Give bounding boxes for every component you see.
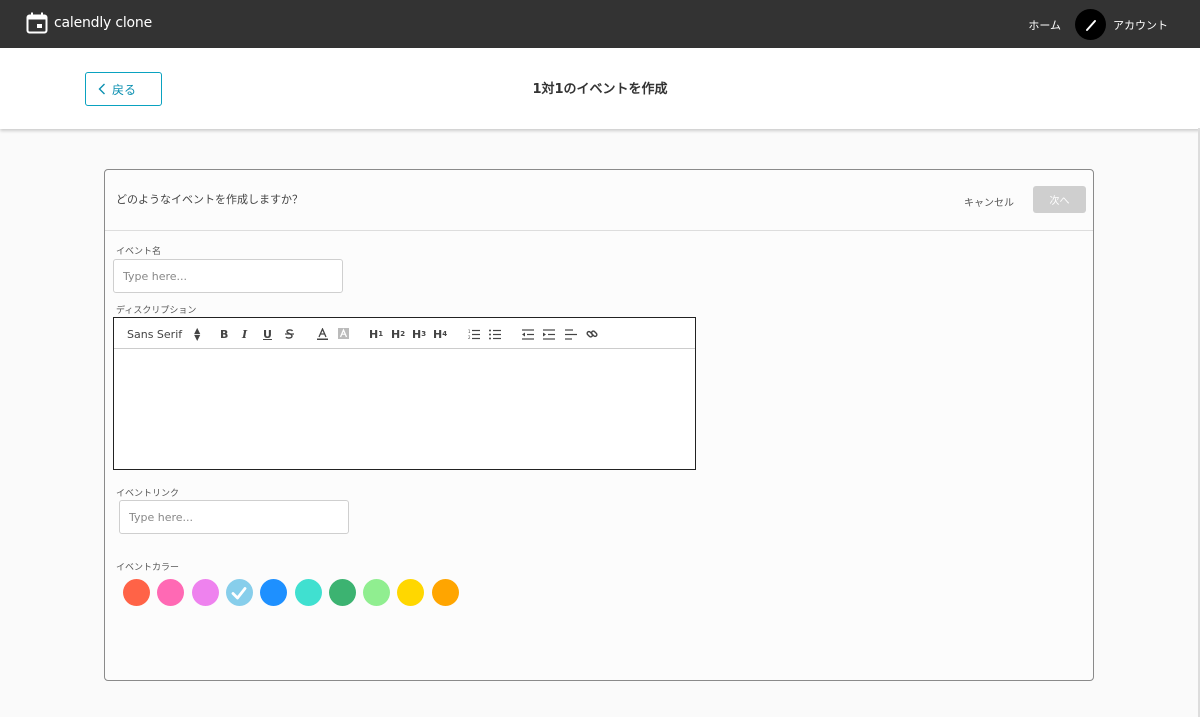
card-question: どのようなイベントを作成しますか？ (116, 193, 303, 206)
event-color-label: イベントカラー (116, 563, 180, 573)
indent-icon (543, 328, 555, 340)
brand-name: calendly clone (54, 15, 153, 31)
description-text-area[interactable] (114, 349, 695, 469)
description-label: ディスクリプション (116, 306, 197, 316)
description-editor: Sans Serif ▲ ▼ B I U H 1 H 2 H 3 H 4 1 2 (113, 317, 696, 470)
bullet-list-icon (489, 329, 501, 339)
strike-button[interactable] (284, 326, 295, 342)
heading-4-sub: 4 (442, 330, 448, 338)
color-swatch[interactable] (431, 579, 459, 606)
next-button[interactable]: 次へ (1033, 186, 1086, 213)
brand[interactable]: calendly clone (26, 12, 152, 34)
color-swatch[interactable] (363, 579, 391, 606)
heading-2-label: H (391, 327, 401, 341)
heading-3-sub: 3 (421, 330, 427, 338)
event-name-input[interactable] (113, 259, 343, 293)
color-swatch[interactable] (397, 579, 425, 606)
app-bar: calendly clone ホーム アカウント (0, 0, 1200, 48)
link-icon (586, 330, 598, 338)
color-swatch[interactable] (328, 579, 356, 606)
avatar[interactable] (1075, 9, 1106, 40)
select-arrows-icon: ▲ ▼ (194, 326, 201, 342)
color-swatch[interactable] (294, 579, 322, 606)
heading-1-label: H (369, 327, 379, 341)
font-family-select[interactable]: Sans Serif ▲ ▼ (127, 326, 200, 342)
nav-account-link[interactable]: アカウント (1113, 17, 1168, 33)
event-link-label: イベントリンク (116, 489, 180, 499)
check-icon (231, 586, 247, 599)
text-color-button[interactable] (317, 326, 328, 342)
color-swatch[interactable] (123, 579, 150, 606)
heading-3-button[interactable]: H3 (412, 326, 426, 342)
ordered-list-icon: 1 2 (468, 329, 480, 340)
heading-1-sub: 1 (378, 330, 384, 338)
ordered-list-button[interactable]: 1 2 (468, 326, 480, 342)
underline-button[interactable]: U (263, 326, 272, 342)
heading-3-label: H (412, 327, 422, 341)
sub-header: 戻る 1対1のイベントを作成 (0, 48, 1200, 129)
bullet-list-button[interactable] (489, 326, 501, 342)
text-color-icon (317, 328, 328, 340)
color-swatch[interactable] (225, 579, 253, 606)
outdent-button[interactable] (522, 326, 534, 342)
pen-icon (1085, 19, 1096, 31)
page-title: 1対1のイベントを作成 (532, 82, 668, 97)
color-swatch[interactable] (191, 579, 219, 606)
heading-1-button[interactable]: H1 (369, 326, 383, 342)
event-form-card: どのようなイベントを作成しますか？ キャンセル 次へ イベント名 ディスクリプシ… (104, 169, 1094, 681)
card-header: どのようなイベントを作成しますか？ キャンセル 次へ (105, 170, 1093, 231)
bold-button[interactable]: B (220, 326, 228, 342)
heading-2-button[interactable]: H2 (391, 326, 405, 342)
event-link-input[interactable] (119, 500, 349, 534)
cancel-button[interactable]: キャンセル (964, 194, 1014, 209)
nav-home-link[interactable]: ホーム (1028, 17, 1061, 33)
background-color-button[interactable] (338, 326, 349, 342)
strikethrough-icon (285, 329, 294, 339)
outdent-icon (522, 328, 534, 340)
italic-button[interactable]: I (242, 326, 247, 342)
nav-right: ホーム アカウント (1028, 9, 1168, 40)
svg-text:1: 1 (468, 329, 471, 334)
calendar-icon (26, 12, 48, 34)
event-name-label: イベント名 (116, 247, 162, 257)
link-button[interactable] (586, 326, 598, 342)
indent-button[interactable] (543, 326, 555, 342)
editor-toolbar: Sans Serif ▲ ▼ B I U H 1 H 2 H 3 H 4 1 2 (114, 318, 695, 349)
heading-4-button[interactable]: H4 (433, 326, 447, 342)
font-family-value: Sans Serif (127, 327, 183, 341)
align-button[interactable] (565, 326, 577, 342)
align-left-icon (565, 328, 577, 340)
color-swatch[interactable] (260, 579, 288, 606)
svg-text:2: 2 (468, 335, 471, 340)
background-color-icon (338, 328, 349, 339)
heading-4-label: H (433, 327, 443, 341)
color-swatch[interactable] (157, 579, 185, 606)
heading-2-sub: 2 (400, 330, 406, 338)
